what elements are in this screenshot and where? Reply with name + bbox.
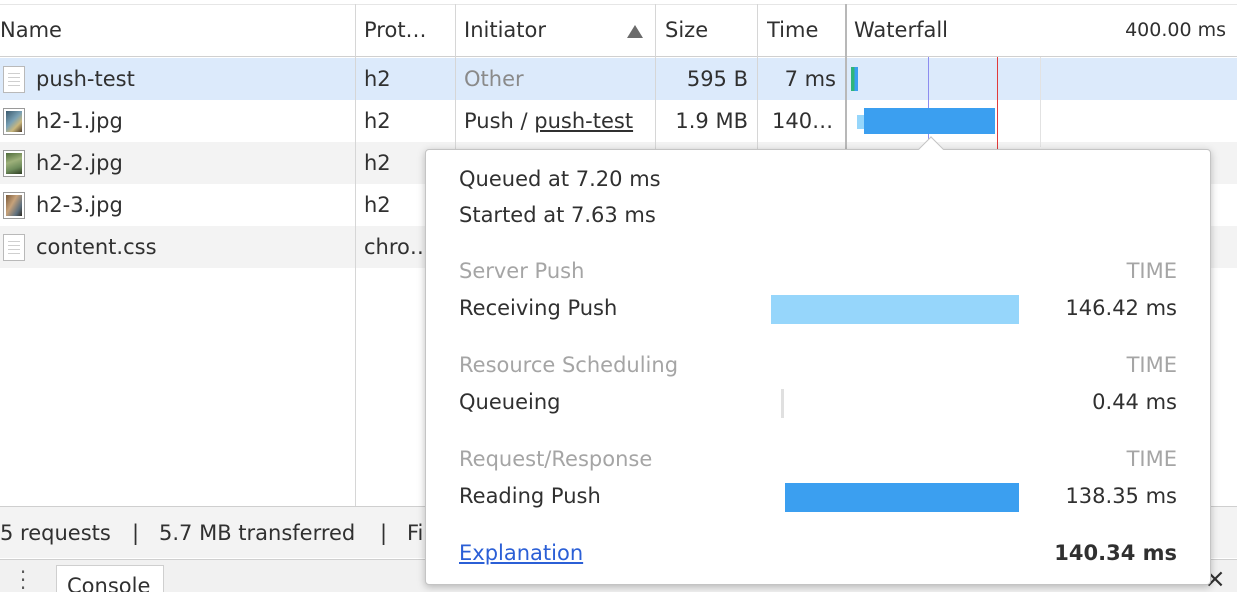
- column-header-waterfall[interactable]: Waterfall: [854, 5, 1054, 57]
- explanation-link[interactable]: Explanation: [459, 541, 583, 565]
- sort-ascending-icon: [627, 25, 643, 38]
- column-divider[interactable]: [455, 4, 456, 149]
- request-protocol: h2: [364, 67, 391, 91]
- requests-count: 5 requests: [0, 521, 111, 545]
- document-icon: [3, 234, 25, 261]
- timing-bar-receiving-push: [771, 295, 1019, 324]
- image-icon: [3, 150, 25, 177]
- initiator-prefix: Push /: [464, 109, 535, 133]
- request-name[interactable]: h2-1.jpg: [36, 100, 346, 142]
- time-column-header: TIME: [1126, 259, 1177, 283]
- waterfall-bar-receiving-push[interactable]: [857, 115, 864, 129]
- queued-at: Queued at 7.20 ms: [459, 167, 661, 191]
- request-size: 1.9 MB: [675, 109, 748, 133]
- timing-value-receiving-push: 146.42 ms: [1065, 296, 1177, 320]
- tab-console[interactable]: Console: [56, 565, 164, 592]
- total-time: 140.34 ms: [1054, 541, 1177, 565]
- image-icon: [3, 108, 25, 135]
- request-time: 7 ms: [784, 67, 836, 91]
- more-options-icon[interactable]: · · ·: [14, 562, 32, 592]
- load-event-line: [997, 57, 998, 149]
- waterfall-divider[interactable]: [845, 4, 847, 149]
- status-separator: |: [380, 521, 388, 545]
- image-icon: [3, 192, 25, 219]
- status-separator: |: [132, 521, 140, 545]
- request-protocol: h2: [364, 193, 391, 217]
- request-protocol: chro…: [364, 235, 424, 259]
- request-name[interactable]: h2-3.jpg: [36, 184, 346, 226]
- request-name[interactable]: content.css: [36, 226, 346, 268]
- request-initiator: Other: [464, 67, 524, 91]
- request-protocol: h2: [364, 109, 391, 133]
- request-name[interactable]: push-test: [36, 58, 346, 100]
- column-header-size[interactable]: Size: [665, 5, 751, 57]
- timing-bar-reading-push: [785, 483, 1019, 512]
- timing-label-receiving-push: Receiving Push: [459, 296, 618, 320]
- column-divider[interactable]: [655, 4, 656, 149]
- timing-label-reading-push: Reading Push: [459, 484, 601, 508]
- finish-time: Fi: [407, 521, 424, 545]
- column-divider[interactable]: [355, 4, 356, 506]
- section-title-resource-scheduling: Resource Scheduling: [459, 353, 679, 377]
- column-divider[interactable]: [757, 4, 758, 149]
- network-table-header: Name Prot… Initiator Size Time Waterfall…: [0, 4, 1237, 57]
- column-header-time[interactable]: Time: [767, 5, 843, 57]
- request-initiator: Push / push-test: [464, 100, 650, 142]
- column-header-name[interactable]: Name: [0, 5, 352, 57]
- waterfall-scale-label: 400.00 ms: [1125, 19, 1226, 41]
- transferred-size: 5.7 MB transferred: [159, 521, 356, 545]
- request-protocol: h2: [364, 151, 391, 175]
- section-title-request-response: Request/Response: [459, 447, 653, 471]
- waterfall-bar-push-test[interactable]: [851, 67, 858, 91]
- request-size: 595 B: [686, 67, 748, 91]
- waterfall-grid-line: [1040, 57, 1041, 147]
- started-at: Started at 7.63 ms: [459, 203, 656, 227]
- column-header-initiator[interactable]: Initiator: [464, 5, 624, 57]
- column-header-protocol[interactable]: Prot…: [364, 5, 450, 57]
- waterfall-bar-reading-push[interactable]: [864, 108, 995, 134]
- timing-popover: Queued at 7.20 ms Started at 7.63 ms Ser…: [425, 136, 1211, 585]
- request-time: 140…: [772, 109, 834, 133]
- timing-value-queueing: 0.44 ms: [1092, 390, 1177, 414]
- initiator-link[interactable]: push-test: [534, 109, 633, 133]
- table-row[interactable]: h2-1.jpg h2 Push / push-test 1.9 MB 140…: [0, 100, 1237, 142]
- table-row[interactable]: push-test h2 Other 595 B 7 ms: [0, 58, 1237, 100]
- time-column-header: TIME: [1126, 447, 1177, 471]
- document-icon: [3, 66, 25, 93]
- section-title-server-push: Server Push: [459, 259, 585, 283]
- timing-bar-queueing: [781, 389, 784, 418]
- time-column-header: TIME: [1126, 353, 1177, 377]
- timing-value-reading-push: 138.35 ms: [1065, 484, 1177, 508]
- timing-label-queueing: Queueing: [459, 390, 561, 414]
- request-name[interactable]: h2-2.jpg: [36, 142, 346, 184]
